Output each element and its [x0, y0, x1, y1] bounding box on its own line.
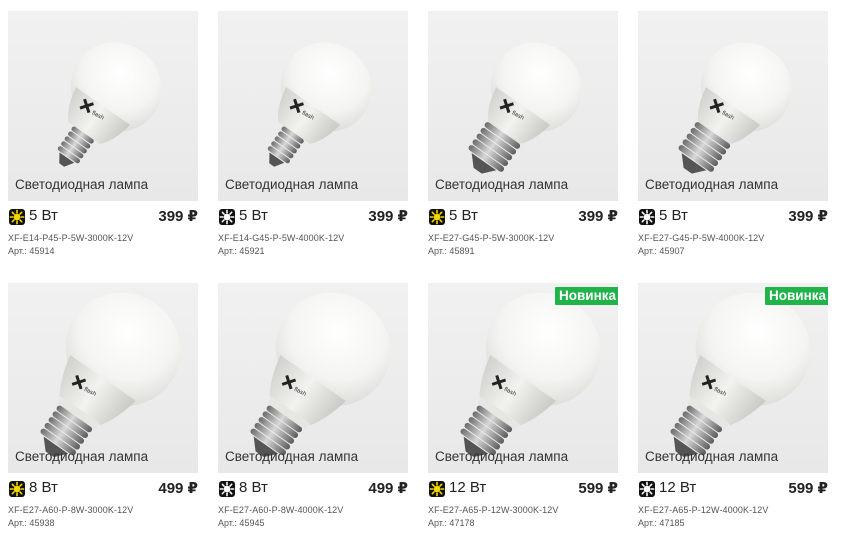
new-badge: Новинка — [554, 287, 618, 305]
product-image[interactable]: flash Светодиодная лампа — [8, 283, 198, 473]
product-sku[interactable]: XF-E14-G45-P-5W-4000K-12V — [218, 233, 344, 243]
product-caption: Светодиодная лампа — [645, 449, 779, 464]
light-bulb-image: flash — [218, 11, 408, 201]
cold-light-icon — [639, 209, 655, 225]
product-caption: Светодиодная лампа — [225, 177, 359, 192]
price: 599 ₽ — [578, 480, 618, 497]
wattage: 5 Вт — [29, 207, 58, 224]
light-bulb-image: flash — [638, 283, 828, 473]
price: 399 ₽ — [788, 208, 828, 225]
article-number: Арт.: 45907 — [638, 246, 685, 256]
power-price-row: 12 Вт 599 ₽ — [638, 479, 828, 501]
light-bulb-image: flash — [218, 283, 408, 473]
price: 499 ₽ — [158, 480, 198, 497]
product-image[interactable]: flash Светодиодная лампа — [8, 11, 198, 201]
wattage: 12 Вт — [659, 479, 697, 496]
wattage: 5 Вт — [659, 207, 688, 224]
price: 599 ₽ — [788, 480, 828, 497]
product-sku[interactable]: XF-E27-A60-P-8W-4000K-12V — [218, 505, 343, 515]
article-number: Арт.: 47178 — [428, 518, 475, 528]
light-bulb-image: flash — [8, 11, 198, 201]
light-bulb-image: flash — [8, 283, 198, 473]
product-sku[interactable]: XF-E27-A60-P-8W-3000K-12V — [8, 505, 133, 515]
product-image[interactable]: flash Светодиодная лампа — [428, 11, 618, 201]
product-card[interactable]: flash Светодиодная лампа 5 Вт 399 ₽ XF-E14-G… — [218, 11, 408, 276]
price: 499 ₽ — [368, 480, 408, 497]
wattage: 8 Вт — [239, 479, 268, 496]
article-number: Арт.: 45891 — [428, 246, 475, 256]
price: 399 ₽ — [158, 208, 198, 225]
article-number: Арт.: 45945 — [218, 518, 265, 528]
article-number: Арт.: 45921 — [218, 246, 265, 256]
product-sku[interactable]: XF-E27-A65-P-12W-4000K-12V — [638, 505, 769, 515]
product-grid: flash Светодиодная лампа 5 Вт 399 ₽ XF-E14-P… — [0, 0, 842, 538]
power-price-row: 5 Вт 399 ₽ — [8, 207, 198, 229]
product-sku[interactable]: XF-E27-G45-P-5W-3000K-12V — [428, 233, 554, 243]
wattage: 5 Вт — [449, 207, 478, 224]
warm-light-icon — [9, 481, 25, 497]
wattage: 8 Вт — [29, 479, 58, 496]
product-caption: Светодиодная лампа — [15, 449, 149, 464]
wattage: 5 Вт — [239, 207, 268, 224]
cold-light-icon — [219, 209, 235, 225]
power-price-row: 5 Вт 399 ₽ — [638, 207, 828, 229]
product-caption: Светодиодная лампа — [435, 177, 569, 192]
product-card[interactable]: flash Светодиодная лампа 5 Вт 399 ₽ XF-E27-G… — [428, 11, 618, 276]
warm-light-icon — [429, 209, 445, 225]
product-card[interactable]: flash Светодиодная лампа 5 Вт 399 ₽ XF-E27-G… — [638, 11, 828, 276]
power-price-row: 5 Вт 399 ₽ — [218, 207, 408, 229]
cold-light-icon — [219, 481, 235, 497]
power-price-row: 5 Вт 399 ₽ — [428, 207, 618, 229]
product-caption: Светодиодная лампа — [225, 449, 359, 464]
product-card[interactable]: flash Светодиодная лампа 8 Вт 499 ₽ XF-E27-A… — [8, 283, 198, 548]
wattage: 12 Вт — [449, 479, 487, 496]
power-price-row: 8 Вт 499 ₽ — [218, 479, 408, 501]
product-image[interactable]: flash Светодиодная лампа Новинка — [638, 283, 828, 473]
power-price-row: 8 Вт 499 ₽ — [8, 479, 198, 501]
product-caption: Светодиодная лампа — [15, 177, 149, 192]
new-badge: Новинка — [764, 287, 828, 305]
product-image[interactable]: flash Светодиодная лампа Новинка — [428, 283, 618, 473]
light-bulb-image: flash — [638, 11, 828, 201]
light-bulb-image: flash — [428, 11, 618, 201]
product-sku[interactable]: XF-E27-G45-P-5W-4000K-12V — [638, 233, 764, 243]
warm-light-icon — [9, 209, 25, 225]
price: 399 ₽ — [368, 208, 408, 225]
product-sku[interactable]: XF-E14-P45-P-5W-3000K-12V — [8, 233, 133, 243]
product-card[interactable]: flash Светодиодная лампа 5 Вт 399 ₽ XF-E14-P… — [8, 11, 198, 276]
warm-light-icon — [429, 481, 445, 497]
product-sku[interactable]: XF-E27-A65-P-12W-3000K-12V — [428, 505, 559, 515]
article-number: Арт.: 45938 — [8, 518, 55, 528]
product-image[interactable]: flash Светодиодная лампа — [218, 283, 408, 473]
price: 399 ₽ — [578, 208, 618, 225]
product-caption: Светодиодная лампа — [435, 449, 569, 464]
product-card[interactable]: flash Светодиодная лампа 8 Вт 499 ₽ XF-E27-A… — [218, 283, 408, 548]
power-price-row: 12 Вт 599 ₽ — [428, 479, 618, 501]
product-card[interactable]: flash Светодиодная лампа Новинка 12 Вт 599 ₽… — [428, 283, 618, 548]
product-card[interactable]: flash Светодиодная лампа Новинка 12 Вт 599 ₽… — [638, 283, 828, 548]
product-caption: Светодиодная лампа — [645, 177, 779, 192]
product-image[interactable]: flash Светодиодная лампа — [218, 11, 408, 201]
cold-light-icon — [639, 481, 655, 497]
article-number: Арт.: 45914 — [8, 246, 55, 256]
product-image[interactable]: flash Светодиодная лампа — [638, 11, 828, 201]
article-number: Арт.: 47185 — [638, 518, 685, 528]
light-bulb-image: flash — [428, 283, 618, 473]
